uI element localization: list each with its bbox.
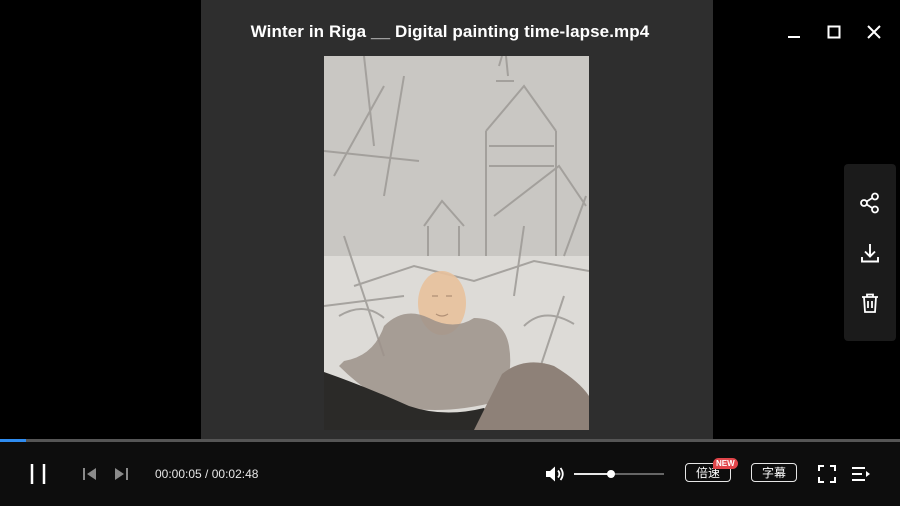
fullscreen-icon [818, 465, 836, 483]
share-icon [860, 192, 879, 214]
new-badge: NEW [713, 458, 738, 469]
download-icon [861, 244, 879, 263]
download-button[interactable] [844, 233, 896, 273]
video-frame[interactable] [324, 56, 589, 430]
volume-slider[interactable] [574, 470, 664, 478]
video-title: Winter in Riga __ Digital painting time-… [250, 22, 650, 41]
fullscreen-button[interactable] [816, 463, 838, 485]
volume-level [574, 473, 611, 475]
side-action-panel [844, 164, 896, 341]
maximize-button[interactable] [822, 20, 846, 44]
pause-button[interactable] [24, 460, 52, 488]
trash-icon [862, 293, 878, 313]
maximize-icon [827, 25, 841, 39]
video-frame-painting [324, 56, 589, 430]
volume-icon [546, 466, 564, 482]
close-button[interactable] [862, 20, 886, 44]
close-icon [867, 25, 881, 39]
playlist-button[interactable] [849, 463, 873, 485]
time-display: 00:00:05 / 00:02:48 [155, 467, 258, 481]
time-separator: / [201, 467, 212, 481]
minimize-icon [788, 36, 800, 38]
current-time: 00:00:05 [155, 467, 202, 481]
minimize-button[interactable] [782, 20, 806, 44]
previous-icon [83, 468, 96, 480]
next-button[interactable] [111, 464, 131, 484]
total-time: 00:02:48 [211, 467, 259, 481]
volume-handle[interactable] [606, 470, 615, 478]
previous-button[interactable] [80, 464, 100, 484]
volume-button[interactable] [543, 463, 567, 485]
pause-icon [30, 464, 46, 484]
subtitle-button[interactable]: 字幕 [751, 463, 797, 482]
delete-button[interactable] [844, 283, 896, 323]
share-button[interactable] [844, 183, 896, 223]
playlist-icon [852, 467, 870, 481]
control-bar: 00:00:05 / 00:02:48 倍速 NEW 字幕 [0, 442, 900, 506]
next-icon [115, 468, 128, 480]
